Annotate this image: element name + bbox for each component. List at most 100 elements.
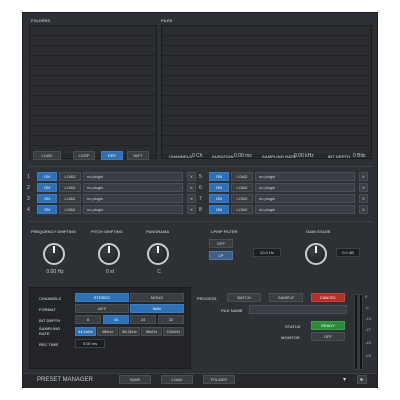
filter-off-button[interactable]: OFF — [209, 239, 233, 248]
slot-plugin-field[interactable]: no plugin — [255, 183, 355, 192]
slot-on-button[interactable]: ON — [209, 183, 229, 192]
slot-close-button[interactable]: X — [187, 194, 196, 203]
preset-dropdown-arrow[interactable]: ▾ — [343, 376, 346, 383]
slot-close-button[interactable]: X — [359, 172, 368, 181]
filename-input[interactable] — [249, 305, 347, 314]
slot-close-button[interactable]: X — [187, 183, 196, 192]
monitor-toggle[interactable]: OFF — [311, 332, 345, 341]
sr-88-button[interactable]: 88.2kHz — [119, 327, 140, 336]
preset-folder-button[interactable]: FOLDER — [203, 375, 235, 384]
slot-close-button[interactable]: X — [187, 205, 196, 214]
file-sampling-value: 0.00 kHz — [294, 153, 314, 159]
filter-label: LP/HP FILTER — [211, 229, 238, 234]
aiff-button[interactable]: AIFF — [75, 304, 129, 313]
folders-list[interactable] — [29, 25, 157, 159]
freq-shift-knob[interactable] — [43, 243, 65, 265]
sr-96-button[interactable]: 96kHz — [141, 327, 162, 336]
mono-button[interactable]: MONO — [130, 293, 184, 302]
loop-button[interactable]: LOOP — [73, 151, 95, 160]
slot-load-button[interactable]: LOAD — [231, 194, 253, 203]
slot-on-button[interactable]: ON — [209, 194, 229, 203]
meter-scale-label: -15 — [365, 316, 372, 321]
slot-plugin-field[interactable]: no plugin — [83, 194, 183, 203]
preset-manager-title: PRESET MANAGER — [37, 377, 93, 383]
filter-freq-field[interactable]: 20.0 Hz — [253, 248, 281, 257]
slot-plugin-field[interactable]: no plugin — [255, 194, 355, 203]
rectime-value: 0.00 ms — [75, 339, 105, 348]
file-channels-value: 0 Ch — [192, 153, 203, 159]
wet-button[interactable]: WET — [127, 151, 149, 160]
gain-stage-field[interactable]: 0.0 dB — [336, 248, 360, 257]
pitch-shift-knob[interactable] — [98, 243, 120, 265]
sr-48-button[interactable]: 48kHz — [97, 327, 118, 336]
slot-load-button[interactable]: LOAD — [231, 183, 253, 192]
preset-next-button[interactable]: ▸ — [357, 375, 367, 384]
rectime-label: REC TIME — [39, 342, 59, 347]
slot-on-button[interactable]: ON — [37, 172, 57, 181]
slot-on-button[interactable]: ON — [209, 205, 229, 214]
bitdepth-16-button[interactable]: 16 — [103, 315, 129, 324]
slot-load-button[interactable]: LOAD — [59, 194, 81, 203]
files-list[interactable] — [161, 25, 372, 159]
monitor-label: MONITOR — [281, 335, 300, 340]
slot-plugin-field[interactable]: no plugin — [255, 172, 355, 181]
bitdepth-32-button[interactable]: 32 — [158, 315, 184, 324]
panorama-knob[interactable] — [147, 243, 169, 265]
slot-on-button[interactable]: ON — [209, 172, 229, 181]
slot-number: 1 — [27, 174, 30, 180]
pitch-shift-value: 0 st — [105, 269, 115, 275]
sample-button[interactable]: SAMPLE — [269, 293, 303, 302]
status-badge: READY — [311, 321, 345, 330]
level-meter-right — [359, 294, 363, 370]
plugin-window: FOLDERS FILES LOAD LOOP DRY WET CHANNELS… — [22, 12, 378, 388]
slot-load-button[interactable]: LOAD — [59, 183, 81, 192]
filter-lp-button[interactable]: LP — [209, 251, 233, 260]
slot-plugin-field[interactable]: no plugin — [83, 172, 183, 181]
gain-stage-label: GAIN STAGE — [306, 229, 331, 234]
preset-save-button[interactable]: SAVE — [119, 375, 151, 384]
format-channels-label: CHANNELS — [39, 296, 62, 301]
batch-button[interactable]: BATCH — [227, 293, 261, 302]
format-sampling-label: SAMPLING RATE — [39, 326, 61, 336]
format-label: FORMAT — [39, 307, 56, 312]
bitdepth-8-button[interactable]: 8 — [75, 315, 101, 324]
preset-load-button[interactable]: LOAD — [161, 375, 193, 384]
filename-label: FILE NAME — [221, 308, 243, 313]
file-duration-value: 0.00 ms — [234, 153, 252, 159]
slot-close-button[interactable]: X — [187, 172, 196, 181]
slot-close-button[interactable]: X — [359, 183, 368, 192]
stereo-button[interactable]: STEREO — [75, 293, 129, 302]
file-bitdepth-label: BIT DEPTH — [328, 154, 351, 159]
folder-load-button[interactable]: LOAD — [33, 151, 61, 160]
slot-load-button[interactable]: LOAD — [231, 172, 253, 181]
gain-stage-knob[interactable] — [305, 243, 327, 265]
slot-load-button[interactable]: LOAD — [59, 172, 81, 181]
process-label: PROCESS — [197, 296, 217, 301]
level-meter-left — [354, 294, 358, 370]
wav-button[interactable]: WAV — [130, 304, 184, 313]
slot-close-button[interactable]: X — [359, 194, 368, 203]
freq-shift-label: FREQUENCY SHIFTING — [31, 229, 76, 234]
slot-plugin-field[interactable]: no plugin — [255, 205, 355, 214]
panorama-label: PANORAMA — [146, 229, 170, 234]
slot-on-button[interactable]: ON — [37, 183, 57, 192]
slot-load-button[interactable]: LOAD — [59, 205, 81, 214]
cancel-button[interactable]: CANCEL — [311, 293, 345, 302]
sr-44-button[interactable]: 44.1kHz — [75, 327, 96, 336]
files-title: FILES — [161, 18, 173, 23]
slot-plugin-field[interactable]: no plugin — [83, 205, 183, 214]
sr-192-button[interactable]: 192kHz — [163, 327, 184, 336]
divider — [29, 221, 373, 222]
slot-on-button[interactable]: ON — [37, 205, 57, 214]
slot-number: 7 — [199, 196, 202, 202]
slot-plugin-field[interactable]: no plugin — [83, 183, 183, 192]
dry-button[interactable]: DRY — [101, 151, 123, 160]
pitch-shift-label: PITCH SHIFTING — [91, 229, 123, 234]
slot-number: 4 — [27, 207, 30, 213]
slot-load-button[interactable]: LOAD — [231, 205, 253, 214]
bitdepth-24-button[interactable]: 24 — [130, 315, 156, 324]
slot-close-button[interactable]: X — [359, 205, 368, 214]
slot-on-button[interactable]: ON — [37, 194, 57, 203]
slot-number: 5 — [199, 174, 202, 180]
divider — [29, 166, 373, 167]
